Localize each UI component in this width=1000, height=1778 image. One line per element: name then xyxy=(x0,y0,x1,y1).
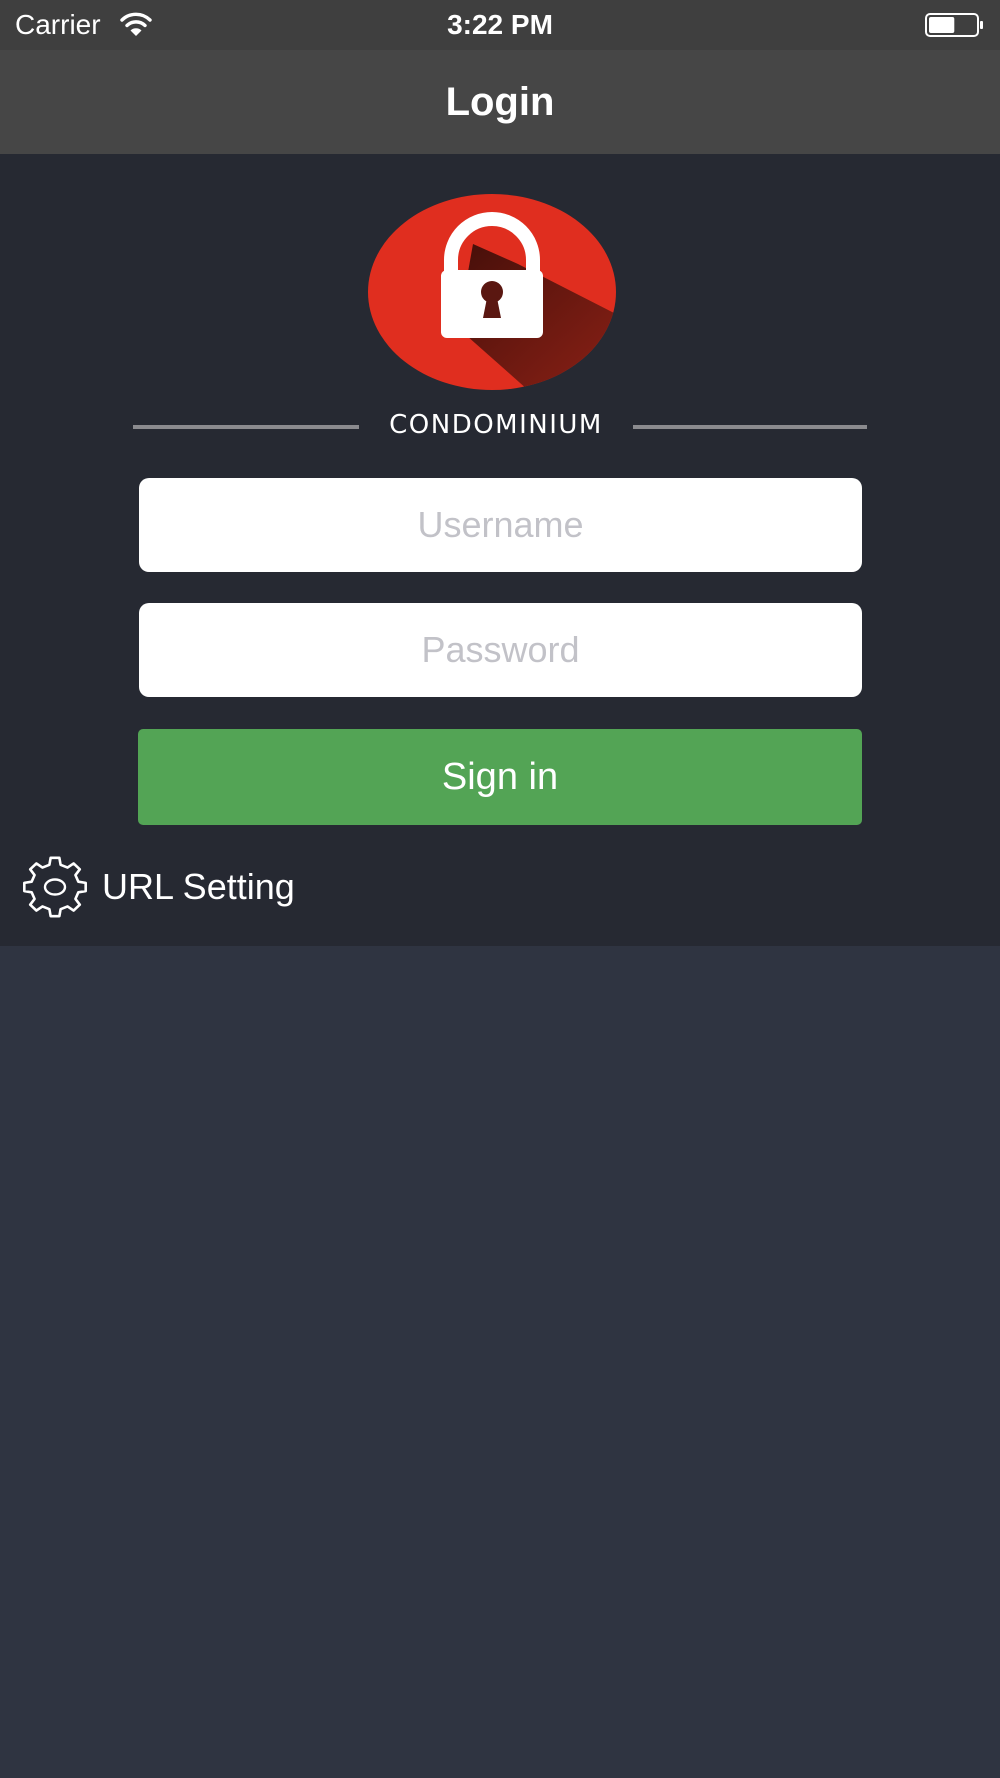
url-setting-label: URL Setting xyxy=(102,866,295,907)
username-input[interactable] xyxy=(139,478,862,572)
login-panel: CONDOMINIUM Sign in URL Setting xyxy=(0,154,1000,946)
padlock-icon xyxy=(368,194,616,390)
brand-divider-right xyxy=(633,425,867,429)
status-time: 3:22 PM xyxy=(447,9,553,40)
brand-divider-left xyxy=(133,425,359,429)
password-input[interactable] xyxy=(139,603,862,697)
brand-name: CONDOMINIUM xyxy=(389,410,603,440)
url-setting-button[interactable]: URL Setting xyxy=(18,854,295,920)
navigation-bar: Login xyxy=(0,50,1000,154)
status-bar: Carrier 3:22 PM xyxy=(0,0,1000,50)
page-title: Login xyxy=(445,80,555,124)
battery-icon xyxy=(925,13,983,37)
battery-level-fill xyxy=(929,17,955,33)
sign-in-button[interactable]: Sign in xyxy=(138,729,862,825)
gear-icon xyxy=(23,856,87,918)
